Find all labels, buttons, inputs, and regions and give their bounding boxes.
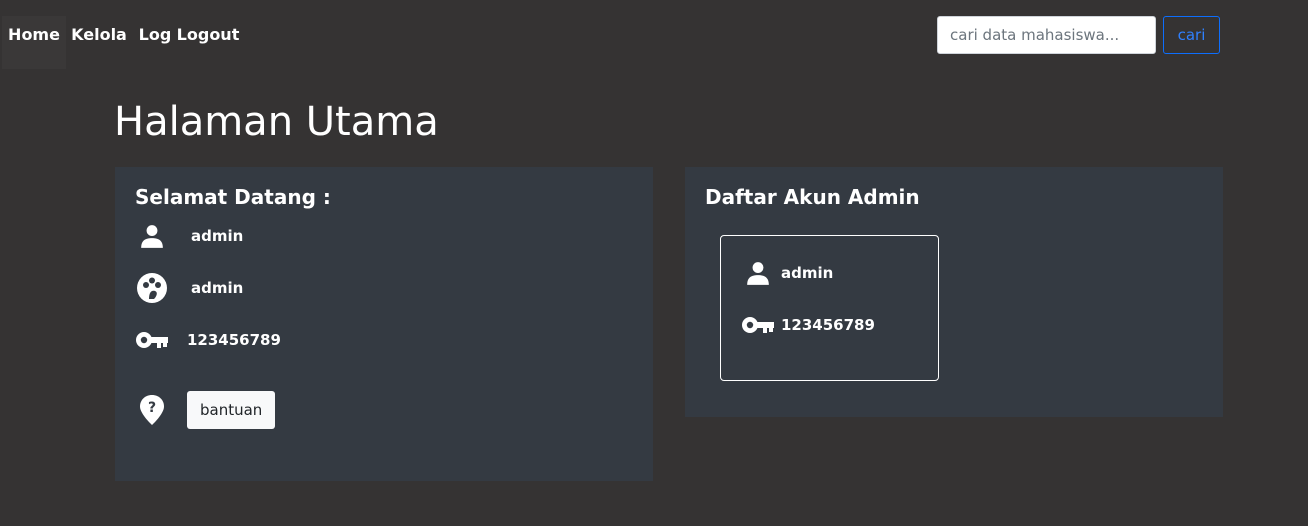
nav-kelola[interactable]: Kelola bbox=[66, 16, 132, 69]
role-row: admin bbox=[135, 271, 243, 305]
welcome-heading: Selamat Datang : bbox=[135, 185, 331, 209]
search-button[interactable]: cari bbox=[1163, 16, 1220, 54]
admin-username: admin bbox=[781, 264, 834, 282]
nav-log[interactable]: Log bbox=[132, 16, 178, 69]
user-icon bbox=[743, 256, 773, 290]
page-title: Halaman Utama bbox=[114, 99, 439, 145]
key-icon bbox=[135, 323, 169, 357]
nav-logout[interactable]: Logout bbox=[177, 16, 240, 69]
admin-account-card: admin 123456789 bbox=[720, 235, 939, 381]
admin-list-card: Daftar Akun Admin admin 123456789 bbox=[685, 167, 1223, 417]
palette-icon bbox=[135, 271, 169, 305]
password-value: 123456789 bbox=[187, 331, 281, 349]
key-icon bbox=[741, 308, 775, 342]
welcome-card: Selamat Datang : admin admin 123456789 ?… bbox=[115, 167, 653, 481]
admin-password-row: 123456789 bbox=[741, 308, 875, 342]
help-location-icon: ? bbox=[135, 393, 169, 427]
admin-password: 123456789 bbox=[781, 316, 875, 334]
search-form: cari bbox=[937, 16, 1220, 54]
username-row: admin bbox=[135, 219, 243, 253]
help-row: ? bantuan bbox=[135, 391, 276, 429]
search-input[interactable] bbox=[937, 16, 1156, 54]
help-button[interactable]: bantuan bbox=[187, 391, 276, 429]
nav-home[interactable]: Home bbox=[2, 16, 66, 69]
admin-username-row: admin bbox=[743, 256, 833, 290]
admin-list-heading: Daftar Akun Admin bbox=[705, 185, 920, 209]
user-icon bbox=[135, 219, 169, 253]
svg-text:?: ? bbox=[148, 400, 156, 416]
password-row: 123456789 bbox=[135, 323, 281, 357]
username-value: admin bbox=[191, 227, 244, 245]
navbar: Home Kelola Log Logout bbox=[2, 16, 240, 69]
role-value: admin bbox=[191, 279, 244, 297]
